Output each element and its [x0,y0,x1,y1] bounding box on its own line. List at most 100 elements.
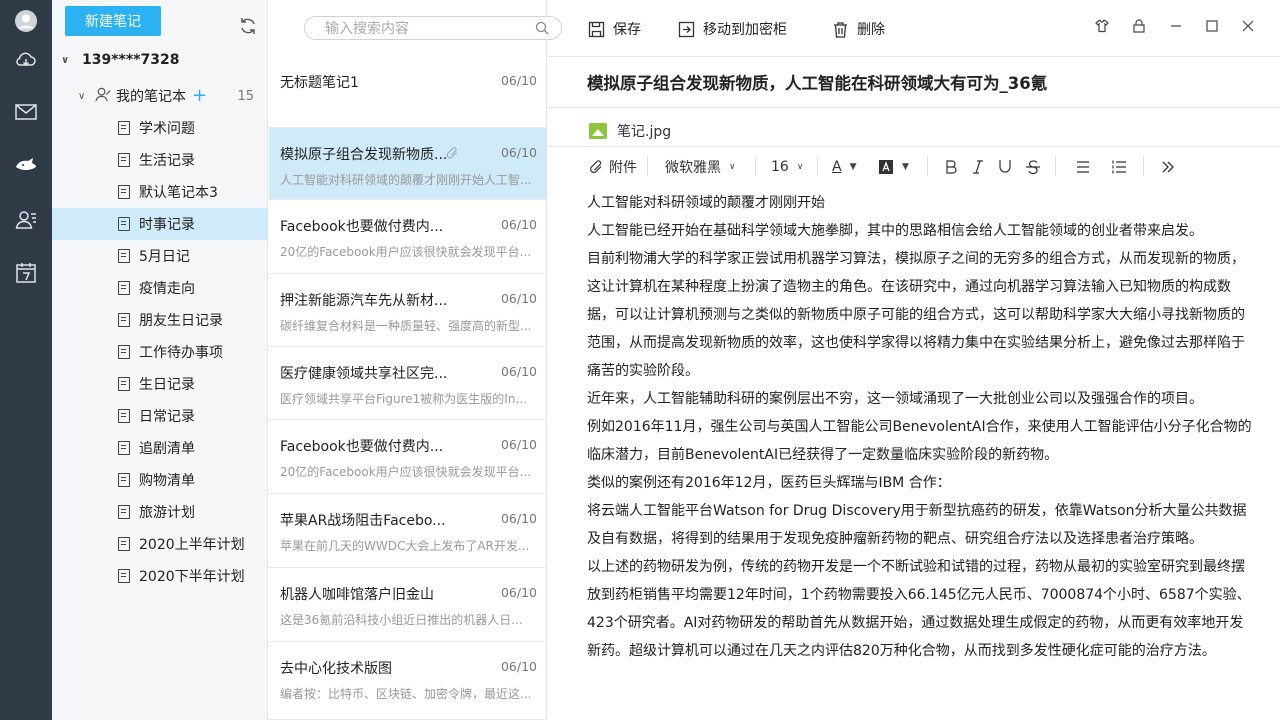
notebook-item[interactable]: 默认笔记本3 [52,176,268,208]
search-icon[interactable] [535,21,549,35]
font-family-value: 微软雅黑 [665,160,721,176]
bullet-list-icon [1077,161,1089,173]
save-label: 保存 [613,22,641,38]
note-title: 医疗健康领域共享社区完... [280,366,448,382]
font-color-button[interactable]: A ▼ [832,157,857,177]
notebook-icon [118,409,130,423]
font-size-value: 16 [771,159,789,175]
move-to-vault-button[interactable]: 移动到加密柜 [678,18,787,40]
delete-label: 删除 [857,22,885,38]
paperclip-icon [445,146,459,160]
note-title[interactable]: 模拟原子组合发现新物质，人工智能在科研领域大有可为_36氪 [587,70,1047,94]
underline-icon [999,160,1011,173]
note-paragraph: 将云端人工智能平台Watson for Drug Discovery用于新型抗癌… [587,503,1247,547]
notebook-item[interactable]: 2020上半年计划 [52,528,268,560]
title-divider [548,107,1280,108]
notebook-item[interactable]: 疫情走向 [52,272,268,304]
attachment-item[interactable]: 笔记.jpg [589,121,671,141]
note-title: 机器人咖啡馆落户旧金山 [280,587,434,603]
font-size-select[interactable]: 16 ∨ [771,157,803,177]
avatar[interactable] [12,7,40,35]
save-icon [588,21,605,37]
font-family-select[interactable]: 微软雅黑 ∨ [665,157,736,177]
italic-button[interactable] [970,157,986,177]
attach-file-button[interactable]: 附件 [588,157,637,177]
notebook-label: 旅游计划 [139,505,195,521]
my-notebooks-node[interactable]: ∨ 我的笔记本 + 15 [78,85,260,107]
notes-icon[interactable] [12,152,40,180]
divider [1143,156,1144,176]
note-snippet: 这是36氪前沿科技小组近日推出的机器人日... [280,613,523,627]
note-date: 06/10 [500,291,537,306]
chevron-down-icon: ∨ [78,90,86,102]
notebook-icon [118,121,130,135]
add-notebook-icon[interactable]: + [192,87,207,105]
notebook-item[interactable]: 学术问题 [52,112,268,144]
note-body[interactable]: 人工智能对科研领域的颠覆才刚刚开始 人工智能已经开始在基础科学领域大施拳脚，其中的… [587,189,1257,665]
notebook-item[interactable]: 工作待办事项 [52,336,268,368]
delete-button[interactable]: 删除 [832,18,885,40]
notebook-item[interactable]: 追剧清单 [52,432,268,464]
bullet-list-button[interactable] [1075,157,1091,177]
bold-button[interactable] [943,157,959,177]
note-list-item[interactable]: 押注新能源汽车先从新材... 06/10 碳纤维复合材料是一种质量轻、强度高的新型.… [269,274,547,347]
highlight-color-button[interactable]: ▼ [878,157,909,177]
note-list-item[interactable]: 苹果AR战场阻击Facebo... 06/10 苹果在前几天的WWDC大会上发布了A… [269,494,547,568]
note-title: 苹果AR战场阻击Facebo... [280,513,446,529]
note-paragraph: 以上述的药物研发为例，传统的药物开发是一个不断试验和试错的过程，药物从最初的实验… [587,559,1251,659]
strikethrough-icon [1026,160,1040,175]
notebook-item[interactable]: 旅游计划 [52,496,268,528]
note-list-item[interactable]: 模拟原子组合发现新物质... 06/10 人工智能对科研领域的颠覆才刚刚开始人工智.… [269,128,547,200]
notebook-item[interactable]: 朋友生日记录 [52,304,268,336]
caret-down-icon: ▼ [849,162,857,172]
font-color-icon: A [832,159,842,175]
skin-icon[interactable] [1094,18,1110,34]
note-title: 去中心化技术版图 [280,661,392,677]
note-list-item[interactable]: Facebook也要做付费内... 06/10 20亿的Facebook用户应该很快… [269,200,547,274]
toolbar-divider [548,56,1280,57]
calendar-icon[interactable] [12,259,40,287]
cloud-icon[interactable] [12,46,40,74]
maximize-icon[interactable] [1204,18,1220,34]
search-input[interactable]: 输入搜索内容 [304,16,562,40]
numbered-list-button[interactable] [1111,157,1127,177]
more-tools-button[interactable] [1160,157,1176,177]
note-list-item[interactable]: 机器人咖啡馆落户旧金山 06/10 这是36氪前沿科技小组近日推出的机器人日... [269,568,547,642]
lock-icon[interactable] [1131,18,1147,34]
notebook-item[interactable]: 2020下半年计划 [52,560,268,592]
notebook-label: 默认笔记本3 [139,185,218,201]
notebook-item[interactable]: 日常记录 [52,400,268,432]
note-list-item[interactable]: Facebook也要做付费内... 06/10 20亿的Facebook用户应该很快… [269,420,547,494]
note-date: 06/10 [500,217,537,232]
underline-button[interactable] [997,157,1013,177]
close-icon[interactable] [1240,18,1256,34]
account-node[interactable]: ∨ 139****7328 [58,49,180,71]
note-date: 06/10 [500,145,537,160]
note-paragraph: 例如2016年11月，强生公司与英国人工智能公司BenevolentAI合作，来… [587,419,1252,463]
notebook-icon [118,377,130,391]
notebook-icon [118,185,130,199]
note-list-item[interactable]: 去中心化技术版图 06/10 编者按：比特币、区块链、加密令牌，最近这... [269,642,547,720]
note-list-item[interactable]: 医疗健康领域共享社区完... 06/10 医疗领域共享平台Figure1被称为医生版… [269,347,547,420]
minimize-icon[interactable] [1168,18,1184,34]
mail-icon[interactable] [12,98,40,126]
notebook-item[interactable]: 购物清单 [52,464,268,496]
save-button[interactable]: 保存 [588,18,641,40]
note-date: 06/10 [500,437,537,452]
notebook-label: 时事记录 [139,217,195,233]
highlight-icon [879,160,893,174]
notebook-item[interactable]: 生日记录 [52,368,268,400]
note-list-item[interactable]: 无标题笔记1 06/10 [269,56,547,128]
new-note-button[interactable]: 新建笔记 [65,6,161,36]
notebook-sidebar: 新建笔记 ∨ 139****7328 ∨ 我的笔记本 + 15 学术问题 生活记录… [52,0,268,720]
contacts-icon[interactable] [12,206,40,234]
notebook-item[interactable]: 时事记录 [52,208,268,240]
sync-icon[interactable] [238,16,258,36]
strikethrough-button[interactable] [1025,157,1041,177]
notebook-label: 追剧清单 [139,441,195,457]
note-snippet: 碳纤维复合材料是一种质量轻、强度高的新型... [280,319,532,333]
note-date: 06/10 [500,585,537,600]
notebook-item[interactable]: 生活记录 [52,144,268,176]
notebook-item[interactable]: 5月日记 [52,240,268,272]
notebook-label: 5月日记 [139,249,190,265]
